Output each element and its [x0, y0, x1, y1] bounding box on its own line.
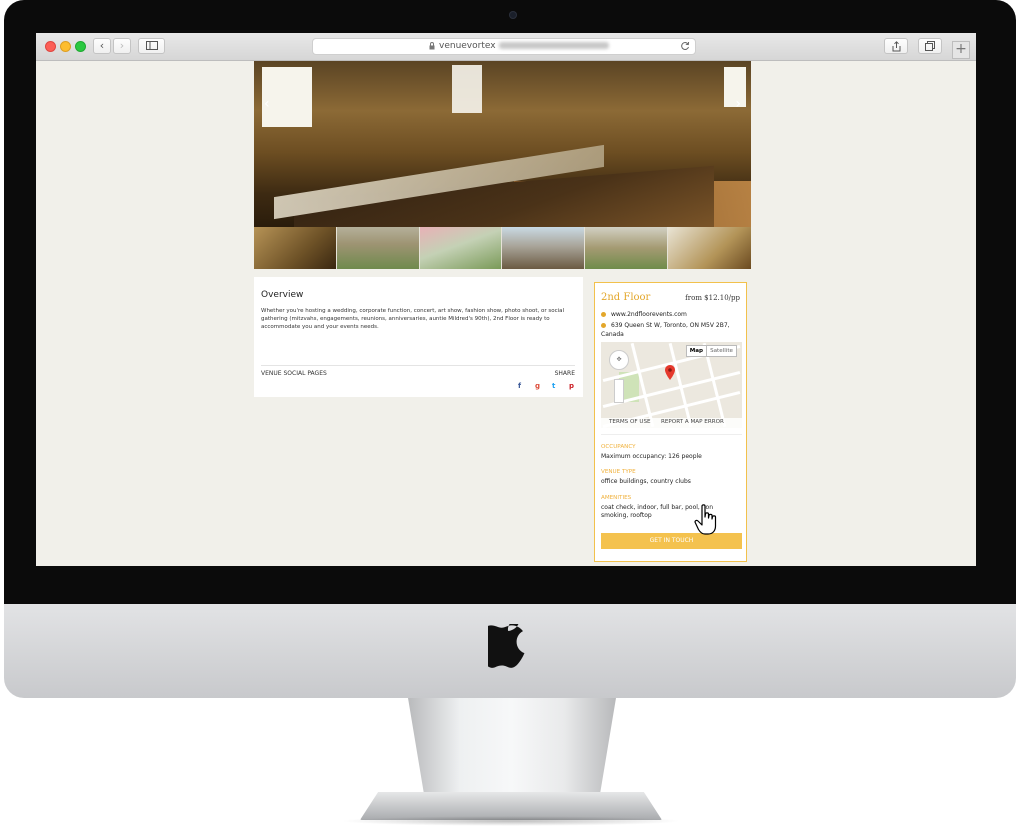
close-window-button[interactable] [45, 41, 56, 52]
hero-next-arrow[interactable]: › [735, 96, 741, 112]
pinterest-icon[interactable]: p [569, 382, 574, 390]
map-marker-icon[interactable] [665, 365, 675, 380]
map-pan-control-icon[interactable]: ✥ [609, 350, 629, 370]
address-bar[interactable]: venuevortex [312, 38, 696, 55]
thumbnail[interactable] [502, 227, 586, 269]
map-report-link[interactable]: REPORT A MAP ERROR [661, 419, 724, 425]
divider [261, 365, 575, 366]
stand-shadow [340, 816, 682, 826]
venue-website[interactable]: www.2ndfloorevents.com [601, 311, 687, 318]
forward-button[interactable]: › [113, 38, 131, 54]
hand-cursor-icon [694, 504, 717, 535]
amenities-value: coat check, indoor, full bar, pool, non … [601, 504, 714, 519]
new-tab-button[interactable]: + [952, 41, 970, 59]
map-toggle-satellite[interactable]: Satellite [707, 346, 736, 356]
apple-logo-icon [488, 624, 525, 668]
map-footer: TERMS OF USE REPORT A MAP ERROR [601, 418, 742, 428]
share-label: SHARE [554, 370, 575, 377]
venue-price: from $12.10/pp [685, 294, 740, 302]
screen: ‹ › venuevortex + ‹ › Overview Whether y… [36, 33, 976, 566]
reload-icon[interactable] [680, 41, 690, 51]
share-icon [892, 41, 900, 52]
url-text: venuevortex [439, 41, 609, 51]
map-terms-link[interactable]: TERMS OF USE [609, 419, 651, 425]
zoom-window-button[interactable] [75, 41, 86, 52]
thumbnail[interactable] [336, 227, 420, 269]
venue-map[interactable]: Map Satellite ✥ TERMS OF USE REPORT A MA… [601, 342, 742, 428]
web-page: ‹ › Overview Whether you're hosting a we… [36, 61, 976, 566]
sidebar-icon [145, 41, 158, 50]
lock-icon [429, 42, 435, 50]
venue-address-text: 639 Queen St W, Toronto, ON M5V 2B7, Can… [601, 322, 730, 338]
hero-prev-arrow[interactable]: ‹ [264, 96, 270, 112]
minimize-window-button[interactable] [60, 41, 71, 52]
hero-window [452, 65, 482, 113]
url-host: venuevortex [439, 41, 496, 51]
venue-website-text[interactable]: www.2ndfloorevents.com [611, 311, 687, 318]
sidebar-toggle-button[interactable] [138, 38, 165, 54]
thumbnail-strip [254, 227, 751, 269]
location-pin-icon [601, 323, 606, 328]
show-tabs-button[interactable] [918, 38, 942, 54]
url-redacted [498, 42, 609, 49]
venue-type-value: office buildings, country clubs [601, 478, 691, 485]
amenities-label: AMENITIES [601, 495, 632, 501]
venue-name: 2nd Floor [601, 292, 651, 303]
map-zoom-control[interactable] [614, 379, 624, 403]
map-type-toggle: Map Satellite [685, 345, 737, 357]
venue-type-label: VENUE TYPE [601, 469, 636, 475]
browser-toolbar: ‹ › venuevortex + [36, 33, 976, 61]
venue-details-card: 2nd Floor from $12.10/pp www.2ndflooreve… [594, 282, 747, 562]
divider [601, 434, 742, 435]
thumbnail[interactable] [668, 227, 751, 269]
overview-body: Whether you're hosting a wedding, corpor… [261, 308, 565, 330]
overview-panel: Overview Whether you're hosting a weddin… [254, 277, 583, 397]
thumbnail[interactable] [254, 227, 337, 269]
thumbnail[interactable] [585, 227, 669, 269]
venue-address: 639 Queen St W, Toronto, ON M5V 2B7, Can… [601, 321, 741, 339]
venue-hero-image: ‹ › [254, 61, 751, 227]
thumbnail[interactable] [419, 227, 503, 269]
google-plus-icon[interactable]: g [535, 382, 540, 390]
map-toggle-map[interactable]: Map [687, 346, 708, 356]
back-button[interactable]: ‹ [93, 38, 111, 54]
overview-title: Overview [261, 290, 304, 300]
share-page-button[interactable] [884, 38, 908, 54]
occupancy-label: OCCUPANCY [601, 444, 636, 450]
get-in-touch-button[interactable]: GET IN TOUCH [601, 533, 742, 549]
facebook-icon[interactable]: f [518, 382, 521, 390]
globe-icon [601, 312, 606, 317]
imac-stand-neck [408, 698, 616, 798]
venue-social-pages-label: VENUE SOCIAL PAGES [261, 370, 327, 377]
twitter-icon[interactable]: t [552, 382, 555, 390]
camera-icon [509, 11, 517, 19]
tabs-icon [925, 41, 935, 51]
occupancy-value: Maximum occupancy: 126 people [601, 453, 702, 460]
